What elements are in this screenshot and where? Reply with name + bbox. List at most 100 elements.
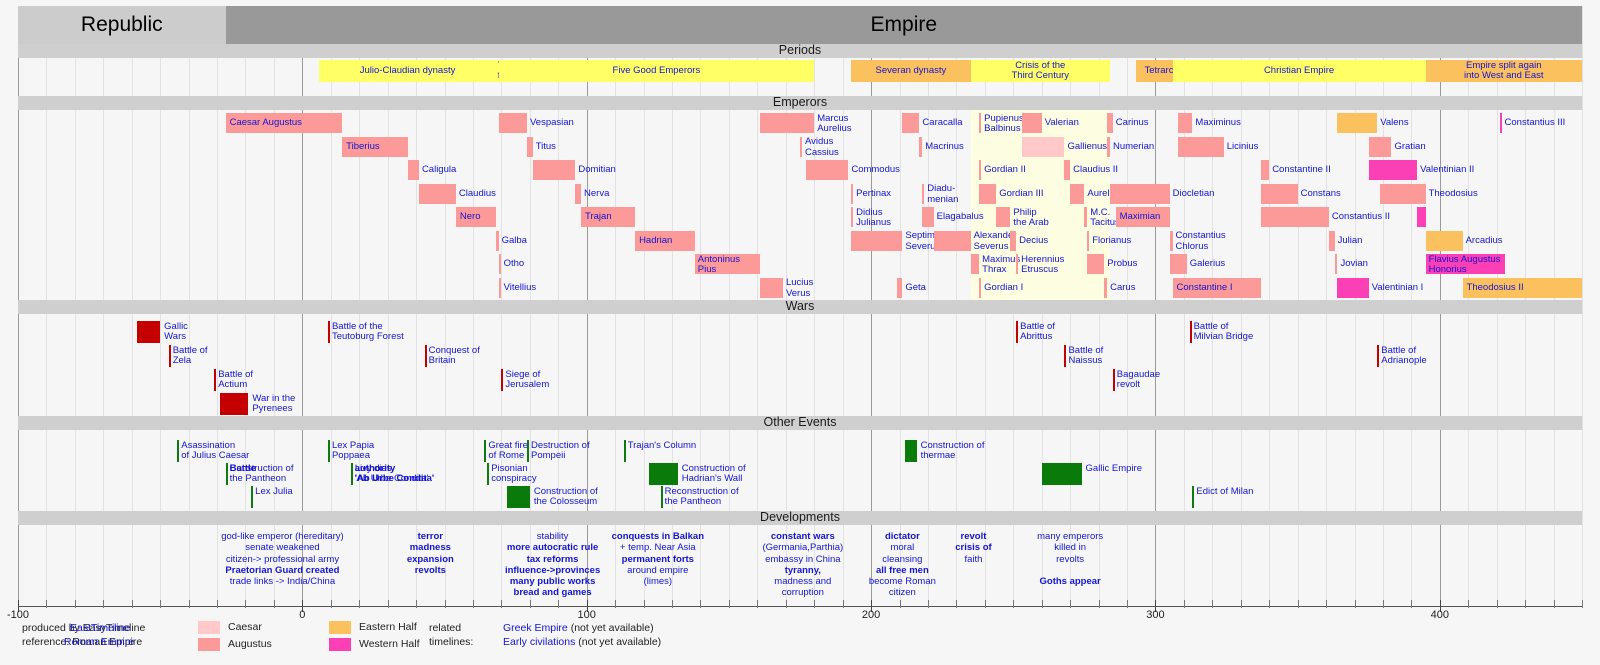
emperor-bar[interactable] (1337, 113, 1378, 133)
emperor-bar[interactable] (1107, 113, 1113, 133)
emperor-bar[interactable] (979, 277, 982, 298)
related-timeline-link[interactable]: Greek Empire (not yet available) (503, 621, 654, 635)
emperor-bar[interactable] (970, 254, 980, 274)
legend-label: Augustus (228, 638, 272, 650)
emperor-label: Pupienus Balbinus (984, 112, 1024, 134)
emperor-label: Constantius II (1331, 211, 1390, 222)
period-bar[interactable]: Severan dynasty (851, 60, 971, 82)
emperor-bar[interactable] (1087, 230, 1090, 251)
emperor-bar[interactable] (979, 113, 982, 133)
war-tick[interactable] (424, 345, 427, 367)
emperor-bar[interactable] (1334, 254, 1338, 274)
emperor-bar[interactable] (851, 230, 903, 251)
emperor-bar[interactable] (1021, 136, 1065, 157)
emperor-bar[interactable] (1109, 183, 1170, 204)
emperor-bar[interactable] (1260, 207, 1329, 227)
event-box[interactable] (649, 463, 678, 485)
war-tick[interactable] (327, 321, 330, 343)
war-tick[interactable] (1189, 321, 1192, 343)
period-bar[interactable]: Christian Empire (1172, 60, 1426, 82)
emperor-bar[interactable] (495, 230, 499, 251)
emperor-bar[interactable] (1021, 113, 1042, 133)
emperor-bar[interactable] (575, 183, 582, 204)
event-tick[interactable] (251, 486, 254, 508)
emperor-bar[interactable] (1087, 254, 1105, 274)
war-tick[interactable] (1377, 345, 1380, 367)
event-box[interactable] (507, 486, 530, 508)
emperor-bar[interactable] (979, 160, 982, 180)
period-bar[interactable]: Julio-Claudian dynasty (319, 60, 496, 82)
emperor-bar[interactable] (1328, 230, 1335, 251)
emperor-bar[interactable] (407, 160, 419, 180)
war-tick[interactable] (214, 369, 217, 391)
emperor-bar[interactable] (527, 136, 533, 157)
emperor-bar[interactable] (760, 113, 815, 133)
emperor-bar[interactable] (1169, 254, 1187, 274)
emperor-label: Tiberius (346, 140, 380, 152)
emperor-bar[interactable] (1337, 277, 1369, 298)
emperor-bar[interactable] (1107, 136, 1110, 157)
emperor-bar[interactable] (922, 183, 925, 204)
axis-tick-label: 300 (1146, 609, 1165, 621)
emperor-bar[interactable] (1178, 113, 1193, 133)
emperor-bar[interactable] (1499, 113, 1502, 133)
emperor-bar[interactable] (760, 277, 783, 298)
emperor-bar[interactable] (1064, 160, 1071, 180)
emperor-bar[interactable] (800, 136, 802, 157)
war-box[interactable] (219, 393, 249, 415)
emperor-bar[interactable] (1368, 136, 1392, 157)
war-tick[interactable] (501, 369, 504, 391)
emperor-bar[interactable] (1084, 207, 1088, 227)
event-tick[interactable] (527, 440, 529, 462)
event-tick[interactable] (177, 440, 180, 462)
emperor-bar[interactable] (1016, 254, 1019, 274)
emperor-bar[interactable] (1425, 230, 1463, 251)
related-timeline-link[interactable]: Early civilations (not yet available) (503, 635, 661, 649)
event-tick[interactable] (660, 486, 663, 508)
emperor-bar[interactable] (1169, 230, 1173, 251)
emperor-bar[interactable] (851, 207, 854, 227)
war-tick[interactable] (168, 345, 171, 367)
event-tick[interactable] (487, 463, 490, 485)
emperor-bar[interactable] (933, 230, 971, 251)
war-tick[interactable] (1064, 345, 1067, 367)
war-tick[interactable] (1016, 321, 1019, 343)
emperor-bar[interactable] (919, 136, 923, 157)
emperor-bar[interactable] (1417, 207, 1426, 227)
emperor-bar[interactable] (979, 183, 997, 204)
emperor-bar[interactable] (1260, 160, 1270, 180)
event-box[interactable] (905, 440, 917, 462)
emperor-bar[interactable] (851, 183, 854, 204)
period-bar[interactable]: Empire split again into West and East (1425, 60, 1582, 82)
emperor-bar[interactable] (498, 113, 527, 133)
emperor-bar[interactable] (418, 183, 456, 204)
war-tick[interactable] (1112, 369, 1115, 391)
emperor-bar[interactable] (922, 207, 934, 227)
emperor-bar[interactable] (1380, 183, 1426, 204)
event-tick[interactable] (623, 440, 626, 462)
axis-tick (1553, 600, 1555, 608)
emperor-bar[interactable] (498, 277, 501, 298)
emperor-bar[interactable] (996, 207, 1011, 227)
emperor-bar[interactable] (498, 254, 501, 274)
period-bar[interactable]: Five Good Emperors (498, 60, 815, 82)
emperor-bar[interactable] (805, 160, 849, 180)
emperor-bar[interactable] (902, 113, 920, 133)
event-tick[interactable] (1192, 486, 1195, 508)
event-tick[interactable] (350, 463, 353, 485)
emperor-bar[interactable] (1260, 183, 1298, 204)
emperor-bar[interactable] (532, 160, 576, 180)
event-box[interactable] (1041, 463, 1082, 485)
emperor-label: Numerian (1112, 140, 1155, 152)
event-tick[interactable] (484, 440, 487, 462)
period-bar[interactable]: Crisis of the Third Century (970, 60, 1110, 82)
event-tick[interactable] (225, 463, 228, 485)
emperor-bar[interactable] (1368, 160, 1418, 180)
event-tick[interactable] (327, 440, 330, 462)
emperor-bar[interactable] (1010, 230, 1017, 251)
emperor-bar[interactable] (896, 277, 903, 298)
emperor-bar[interactable] (1178, 136, 1224, 157)
emperor-bar[interactable] (1104, 277, 1108, 298)
emperor-bar[interactable] (1070, 183, 1085, 204)
war-box[interactable] (137, 321, 161, 343)
